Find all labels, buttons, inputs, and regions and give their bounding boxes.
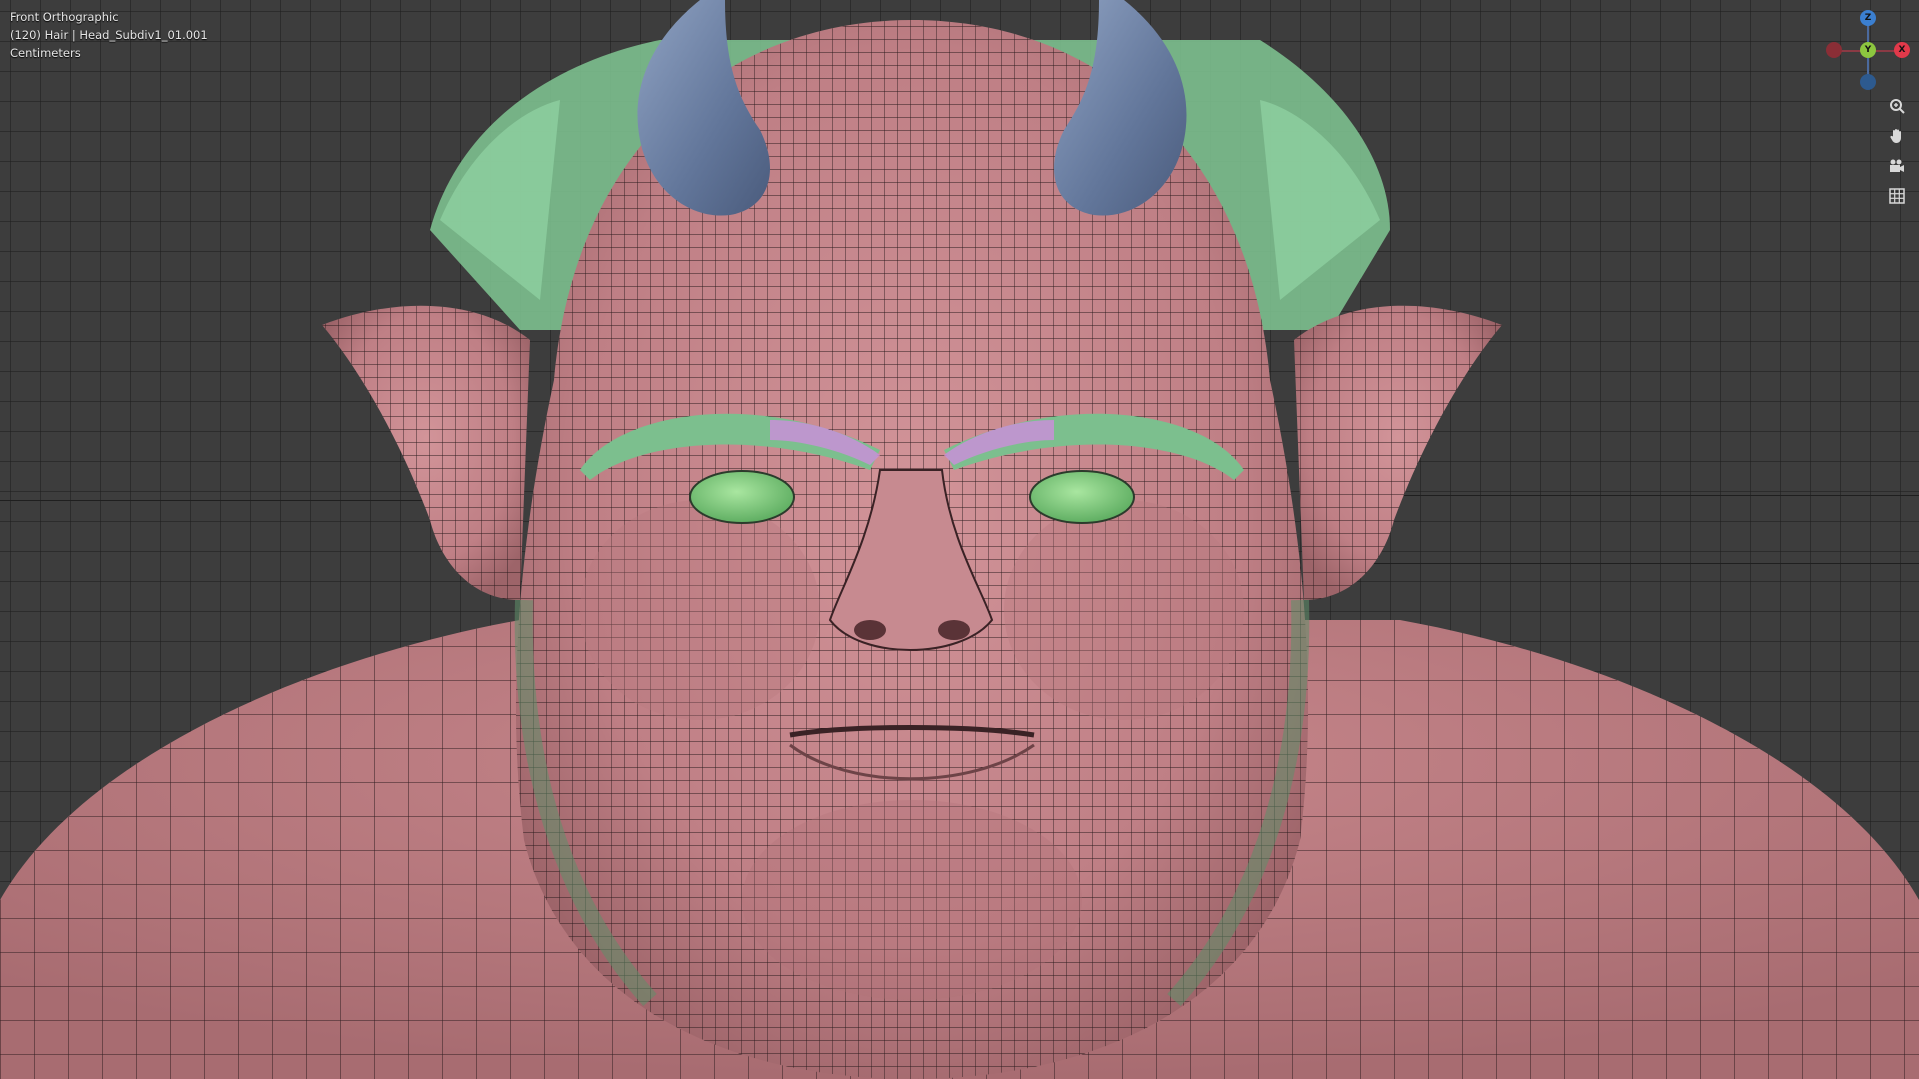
- viewport-info: Front Orthographic (120) Hair | Head_Sub…: [10, 8, 208, 62]
- gizmo-x-button[interactable]: X: [1894, 42, 1910, 58]
- gizmo-z-button[interactable]: Z: [1860, 10, 1876, 26]
- gizmo-y-button[interactable]: Y: [1860, 42, 1876, 58]
- gizmo-neg-x-button[interactable]: [1826, 42, 1842, 58]
- camera-icon: [1890, 159, 1904, 172]
- navigation-gizmo[interactable]: Z Y X: [1820, 8, 1912, 94]
- left-ear: [322, 305, 530, 600]
- units-label: Centimeters: [10, 46, 81, 60]
- ogre-model[interactable]: [0, 0, 1919, 1079]
- ortho-toggle-button[interactable]: [1884, 183, 1910, 209]
- zoom-icon: [1890, 99, 1905, 114]
- camera-view-button[interactable]: [1884, 153, 1910, 179]
- object-info: (120) Hair | Head_Subdiv1_01.001: [10, 28, 208, 42]
- view-name: Front Orthographic: [10, 10, 119, 24]
- gizmo-neg-z-button[interactable]: [1860, 74, 1876, 90]
- pan-button[interactable]: [1884, 123, 1910, 149]
- zoom-button[interactable]: [1884, 93, 1910, 119]
- hand-pan-icon: [1890, 129, 1901, 143]
- grid-icon: [1889, 188, 1905, 204]
- 3d-viewport[interactable]: Front Orthographic (120) Hair | Head_Sub…: [0, 0, 1919, 1079]
- right-ear: [1294, 305, 1502, 600]
